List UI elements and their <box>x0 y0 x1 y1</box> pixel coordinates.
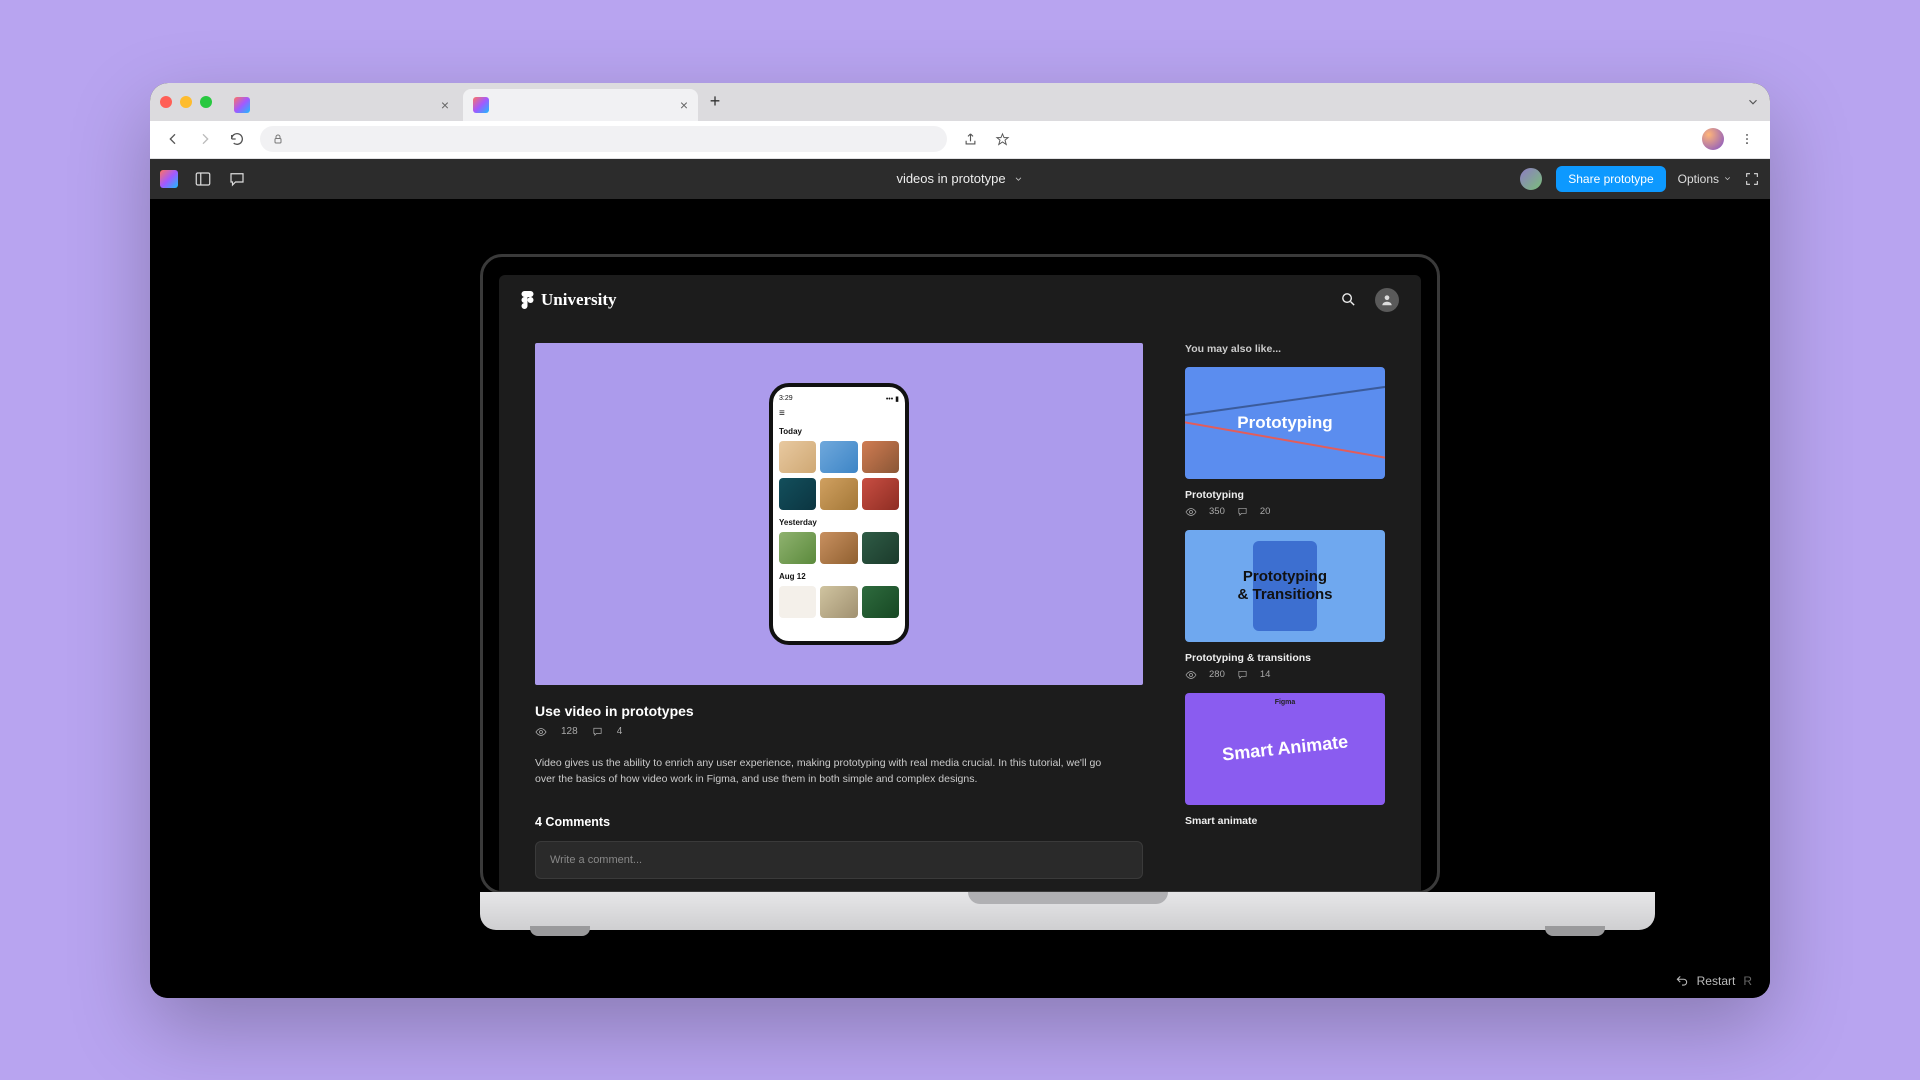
card-title: Prototyping & transitions <box>1185 652 1385 664</box>
sidebar-toggle-icon[interactable] <box>194 170 212 188</box>
fullscreen-icon[interactable] <box>1744 171 1760 187</box>
tabs-menu-button[interactable] <box>1746 95 1760 109</box>
sidebar-card-prototyping[interactable]: Prototyping Prototyping 350 20 <box>1185 367 1385 518</box>
browser-tab-1[interactable]: × <box>224 89 459 121</box>
close-tab-icon[interactable]: × <box>680 97 688 113</box>
views-count: 128 <box>561 726 578 737</box>
restart-button[interactable]: Restart <box>1697 974 1736 988</box>
url-field[interactable] <box>260 126 947 152</box>
browser-menu-button[interactable] <box>1738 132 1756 146</box>
prototype-stage: University 3:29 ••• ▮ <box>150 199 1770 998</box>
bookmark-icon[interactable] <box>993 132 1011 147</box>
university-header: University <box>499 275 1421 325</box>
tab-strip: × × + <box>150 83 1770 121</box>
figma-toolbar: videos in prototype Share prototype Opti… <box>150 159 1770 199</box>
comments-count: 14 <box>1260 669 1271 680</box>
comments-icon <box>1237 669 1248 680</box>
browser-tab-2-active[interactable]: × <box>463 89 698 121</box>
video-hero[interactable]: 3:29 ••• ▮ ≡ Today Yesterday Aug 12 <box>535 343 1143 685</box>
card-title: Prototyping <box>1185 489 1385 501</box>
laptop-notch <box>905 257 1015 275</box>
new-tab-button[interactable]: + <box>702 91 728 112</box>
document-title[interactable]: videos in prototype <box>896 171 1005 186</box>
share-prototype-button[interactable]: Share prototype <box>1556 166 1665 192</box>
close-tab-icon[interactable]: × <box>441 97 449 113</box>
chevron-down-icon[interactable] <box>1014 174 1024 184</box>
figma-favicon-icon <box>234 97 250 113</box>
traffic-lights <box>160 96 212 108</box>
sidebar-heading: You may also like... <box>1185 343 1385 355</box>
lock-icon <box>272 133 284 145</box>
user-avatar[interactable] <box>1375 288 1399 312</box>
views-icon <box>535 726 547 738</box>
share-icon[interactable] <box>961 132 979 147</box>
card-title: Smart animate <box>1185 815 1385 827</box>
thumbnail: Prototyping & Transitions <box>1185 530 1385 642</box>
back-button[interactable] <box>164 131 182 147</box>
options-menu[interactable]: Options <box>1678 172 1732 186</box>
comments-icon[interactable] <box>228 170 246 188</box>
profile-avatar[interactable] <box>1702 128 1724 150</box>
phone-time: 3:29 <box>779 395 793 403</box>
thumbnail: Figma Smart Animate <box>1185 693 1385 805</box>
phone-status-icons: ••• ▮ <box>886 395 899 403</box>
figma-favicon-icon <box>473 97 489 113</box>
views-icon <box>1185 506 1197 518</box>
section-label: Today <box>779 427 899 436</box>
comments-count: 4 <box>617 726 623 737</box>
comments-heading: 4 Comments <box>535 815 1143 829</box>
address-bar <box>150 121 1770 159</box>
main-content: 3:29 ••• ▮ ≡ Today Yesterday Aug 12 <box>535 343 1143 873</box>
comment-input[interactable]: Write a comment... <box>535 841 1143 879</box>
laptop-mockup: University 3:29 ••• ▮ <box>480 254 1440 930</box>
browser-window-frame: × × + <box>150 83 1770 998</box>
thumbnail: Prototyping <box>1185 367 1385 479</box>
views-count: 350 <box>1209 506 1225 517</box>
video-description: Video gives us the ability to enrich any… <box>535 756 1115 788</box>
phone-mockup: 3:29 ••• ▮ ≡ Today Yesterday Aug 12 <box>769 383 909 645</box>
hamburger-icon: ≡ <box>779 408 899 419</box>
sidebar-card-smart-animate[interactable]: Figma Smart Animate Smart animate <box>1185 693 1385 827</box>
collaborator-avatar[interactable] <box>1518 166 1544 192</box>
figma-logo-icon[interactable] <box>160 170 178 188</box>
close-window-button[interactable] <box>160 96 172 108</box>
laptop-base <box>480 892 1655 930</box>
forward-button[interactable] <box>196 131 214 147</box>
comments-icon <box>1237 506 1248 517</box>
views-count: 280 <box>1209 669 1225 680</box>
restart-arrow-icon <box>1675 974 1689 988</box>
video-title: Use video in prototypes <box>535 703 1143 719</box>
university-app: University 3:29 ••• ▮ <box>499 275 1421 891</box>
university-logo[interactable]: University <box>521 290 617 310</box>
minimize-window-button[interactable] <box>180 96 192 108</box>
section-label: Aug 12 <box>779 572 899 581</box>
sidebar-card-transitions[interactable]: Prototyping & Transitions Prototyping & … <box>1185 530 1385 681</box>
figma-glyph-icon <box>521 291 534 309</box>
restart-shortcut-key: R <box>1743 974 1752 988</box>
chevron-down-icon <box>1723 174 1732 183</box>
section-label: Yesterday <box>779 518 899 527</box>
search-button[interactable] <box>1340 291 1357 308</box>
maximize-window-button[interactable] <box>200 96 212 108</box>
reload-button[interactable] <box>228 131 246 147</box>
recommendations-sidebar: You may also like... Prototyping Prototy… <box>1185 343 1385 873</box>
comments-count: 20 <box>1260 506 1271 517</box>
video-stats: 128 4 <box>535 726 1143 738</box>
comments-icon <box>592 726 603 737</box>
restart-bar: Restart R <box>1675 974 1752 988</box>
brand-text: University <box>541 290 617 310</box>
views-icon <box>1185 669 1197 681</box>
